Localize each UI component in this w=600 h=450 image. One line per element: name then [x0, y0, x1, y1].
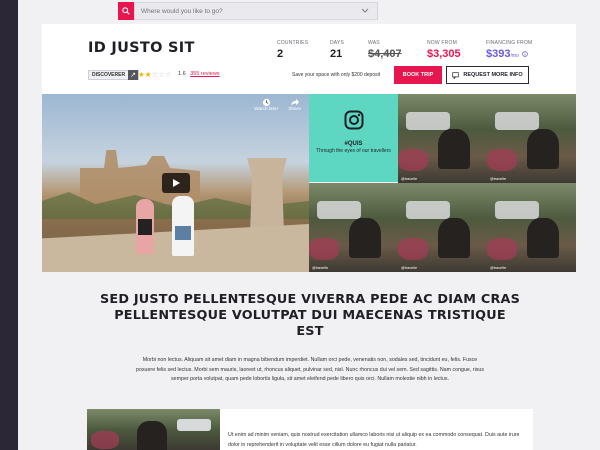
request-info-button[interactable]: REQUEST MORE INFO — [446, 66, 529, 84]
star-icon: ☆ — [158, 70, 165, 79]
stat-was: WAS $4,407 — [368, 40, 402, 60]
instagram-tile[interactable]: #QUIS Through the eyes of our travellers — [309, 94, 398, 182]
gallery-thumbnail[interactable]: @travelle — [398, 94, 487, 183]
request-info-label: REQUEST MORE INFO — [463, 72, 523, 78]
car-shape — [177, 419, 211, 431]
thumbnail-tag: @travelle — [490, 177, 507, 181]
search-input[interactable] — [134, 2, 378, 20]
badge-label: DISCOVERER — [92, 72, 126, 78]
countries-label: COUNTRIES — [277, 40, 309, 46]
was-label: WAS — [368, 40, 380, 46]
statue-shape — [349, 218, 381, 258]
trip-title: ID JUSTO SIT — [88, 40, 195, 56]
section-headline: SED JUSTO PELLENTESQUE VIVERRA PEDE AC D… — [100, 292, 521, 339]
stat-days: DAYS 21 — [330, 40, 344, 60]
watch-later-button[interactable]: Watch later — [254, 98, 278, 112]
share-button[interactable]: Share — [288, 98, 301, 112]
gallery-thumbnail[interactable]: @travelle — [487, 183, 576, 272]
instagram-icon — [344, 110, 363, 130]
play-button[interactable] — [162, 173, 190, 193]
financing-unit: /mo — [510, 53, 519, 59]
stat-countries: COUNTRIES 2 — [277, 40, 308, 60]
info-icon[interactable] — [522, 51, 528, 57]
financing-price: $393/mo — [486, 48, 532, 60]
thumbnail-tag: @travelle — [401, 266, 418, 270]
car-shape — [406, 201, 450, 219]
chat-icon — [452, 71, 460, 79]
share-label: Share — [288, 107, 301, 112]
search-bar — [118, 2, 378, 20]
top-bar — [18, 0, 600, 22]
statue-shape — [527, 129, 559, 169]
days-value: 21 — [330, 48, 343, 60]
car-shape — [495, 201, 539, 219]
instagram-subtitle: Through the eyes of our travellers — [316, 148, 391, 154]
statue-shape — [137, 421, 167, 450]
search-button[interactable] — [118, 2, 134, 20]
car-shape — [317, 201, 361, 219]
flowers-shape — [309, 238, 339, 260]
itinerary-text: Ut enim ad minim veniam, quis nostrud ex… — [228, 432, 520, 448]
car-shape — [406, 112, 450, 130]
share-icon — [290, 98, 300, 106]
video-actions: Watch later Share — [254, 98, 301, 112]
countries-value: 2 — [277, 48, 284, 60]
gallery-thumbnail[interactable]: @travelle — [487, 94, 576, 183]
statue-shape — [438, 218, 470, 258]
discoverer-badge[interactable]: DISCOVERER ↗ — [88, 70, 140, 80]
flowers-shape — [398, 238, 428, 260]
rating-value: 1.6 — [178, 71, 186, 77]
thumbnail-tag: @travelle — [401, 177, 418, 181]
flowers-shape — [398, 149, 428, 171]
statue-shape — [438, 129, 470, 169]
stat-now: NOW FROM $3,305 — [427, 40, 461, 60]
search-icon — [122, 7, 130, 15]
was-price: $4,407 — [368, 48, 402, 60]
statue-shape — [527, 218, 559, 258]
financing-amount: $393 — [486, 48, 511, 60]
rating-stars: ★★☆☆☆ — [138, 70, 172, 79]
deposit-note: Save your space with only $200 deposit — [292, 72, 381, 78]
itinerary-image — [87, 409, 220, 450]
days-label: DAYS — [330, 40, 345, 46]
play-icon — [173, 179, 180, 187]
flowers-shape — [487, 149, 517, 171]
rating-summary: 1.6 355 reviews — [178, 71, 220, 77]
arrow-icon: ↗ — [128, 70, 139, 80]
book-trip-button[interactable]: BOOK TRIP — [394, 66, 442, 84]
star-icon: ☆ — [164, 70, 172, 79]
trip-header: ID JUSTO SIT COUNTRIES 2 DAYS 21 WAS $4,… — [42, 24, 576, 94]
watch-later-label: Watch later — [254, 107, 279, 112]
thumbnail-tag: @travelle — [312, 266, 329, 270]
reviews-link[interactable]: 355 reviews — [190, 71, 219, 77]
chevron-down-icon[interactable] — [360, 7, 370, 15]
hero-video[interactable]: Watch later Share — [42, 94, 309, 272]
thumbnail-tag: @travelle — [490, 266, 507, 270]
flowers-shape — [91, 431, 119, 449]
gallery-thumbnail[interactable]: @travelle — [398, 183, 487, 272]
instagram-hashtag: #QUIS — [344, 141, 363, 147]
left-sidebar — [0, 0, 18, 450]
traveller-figure — [136, 199, 154, 254]
itinerary-card: Ut enim ad minim veniam, quis nostrud ex… — [87, 409, 533, 450]
stat-financing: FINANCING FROM $393/mo — [486, 40, 532, 60]
car-shape — [495, 112, 539, 130]
financing-label: FINANCING FROM — [486, 40, 533, 46]
gallery-thumbnail[interactable]: @travelle — [309, 183, 398, 272]
clock-icon — [262, 98, 270, 107]
traveller-figure — [172, 196, 194, 256]
section-body: Morbi non lectus. Aliquam sit amet diam … — [136, 357, 484, 382]
flowers-shape — [487, 238, 517, 260]
now-price: $3,305 — [427, 48, 461, 60]
now-label: NOW FROM — [427, 40, 457, 46]
star-icon: ★ — [138, 70, 145, 79]
